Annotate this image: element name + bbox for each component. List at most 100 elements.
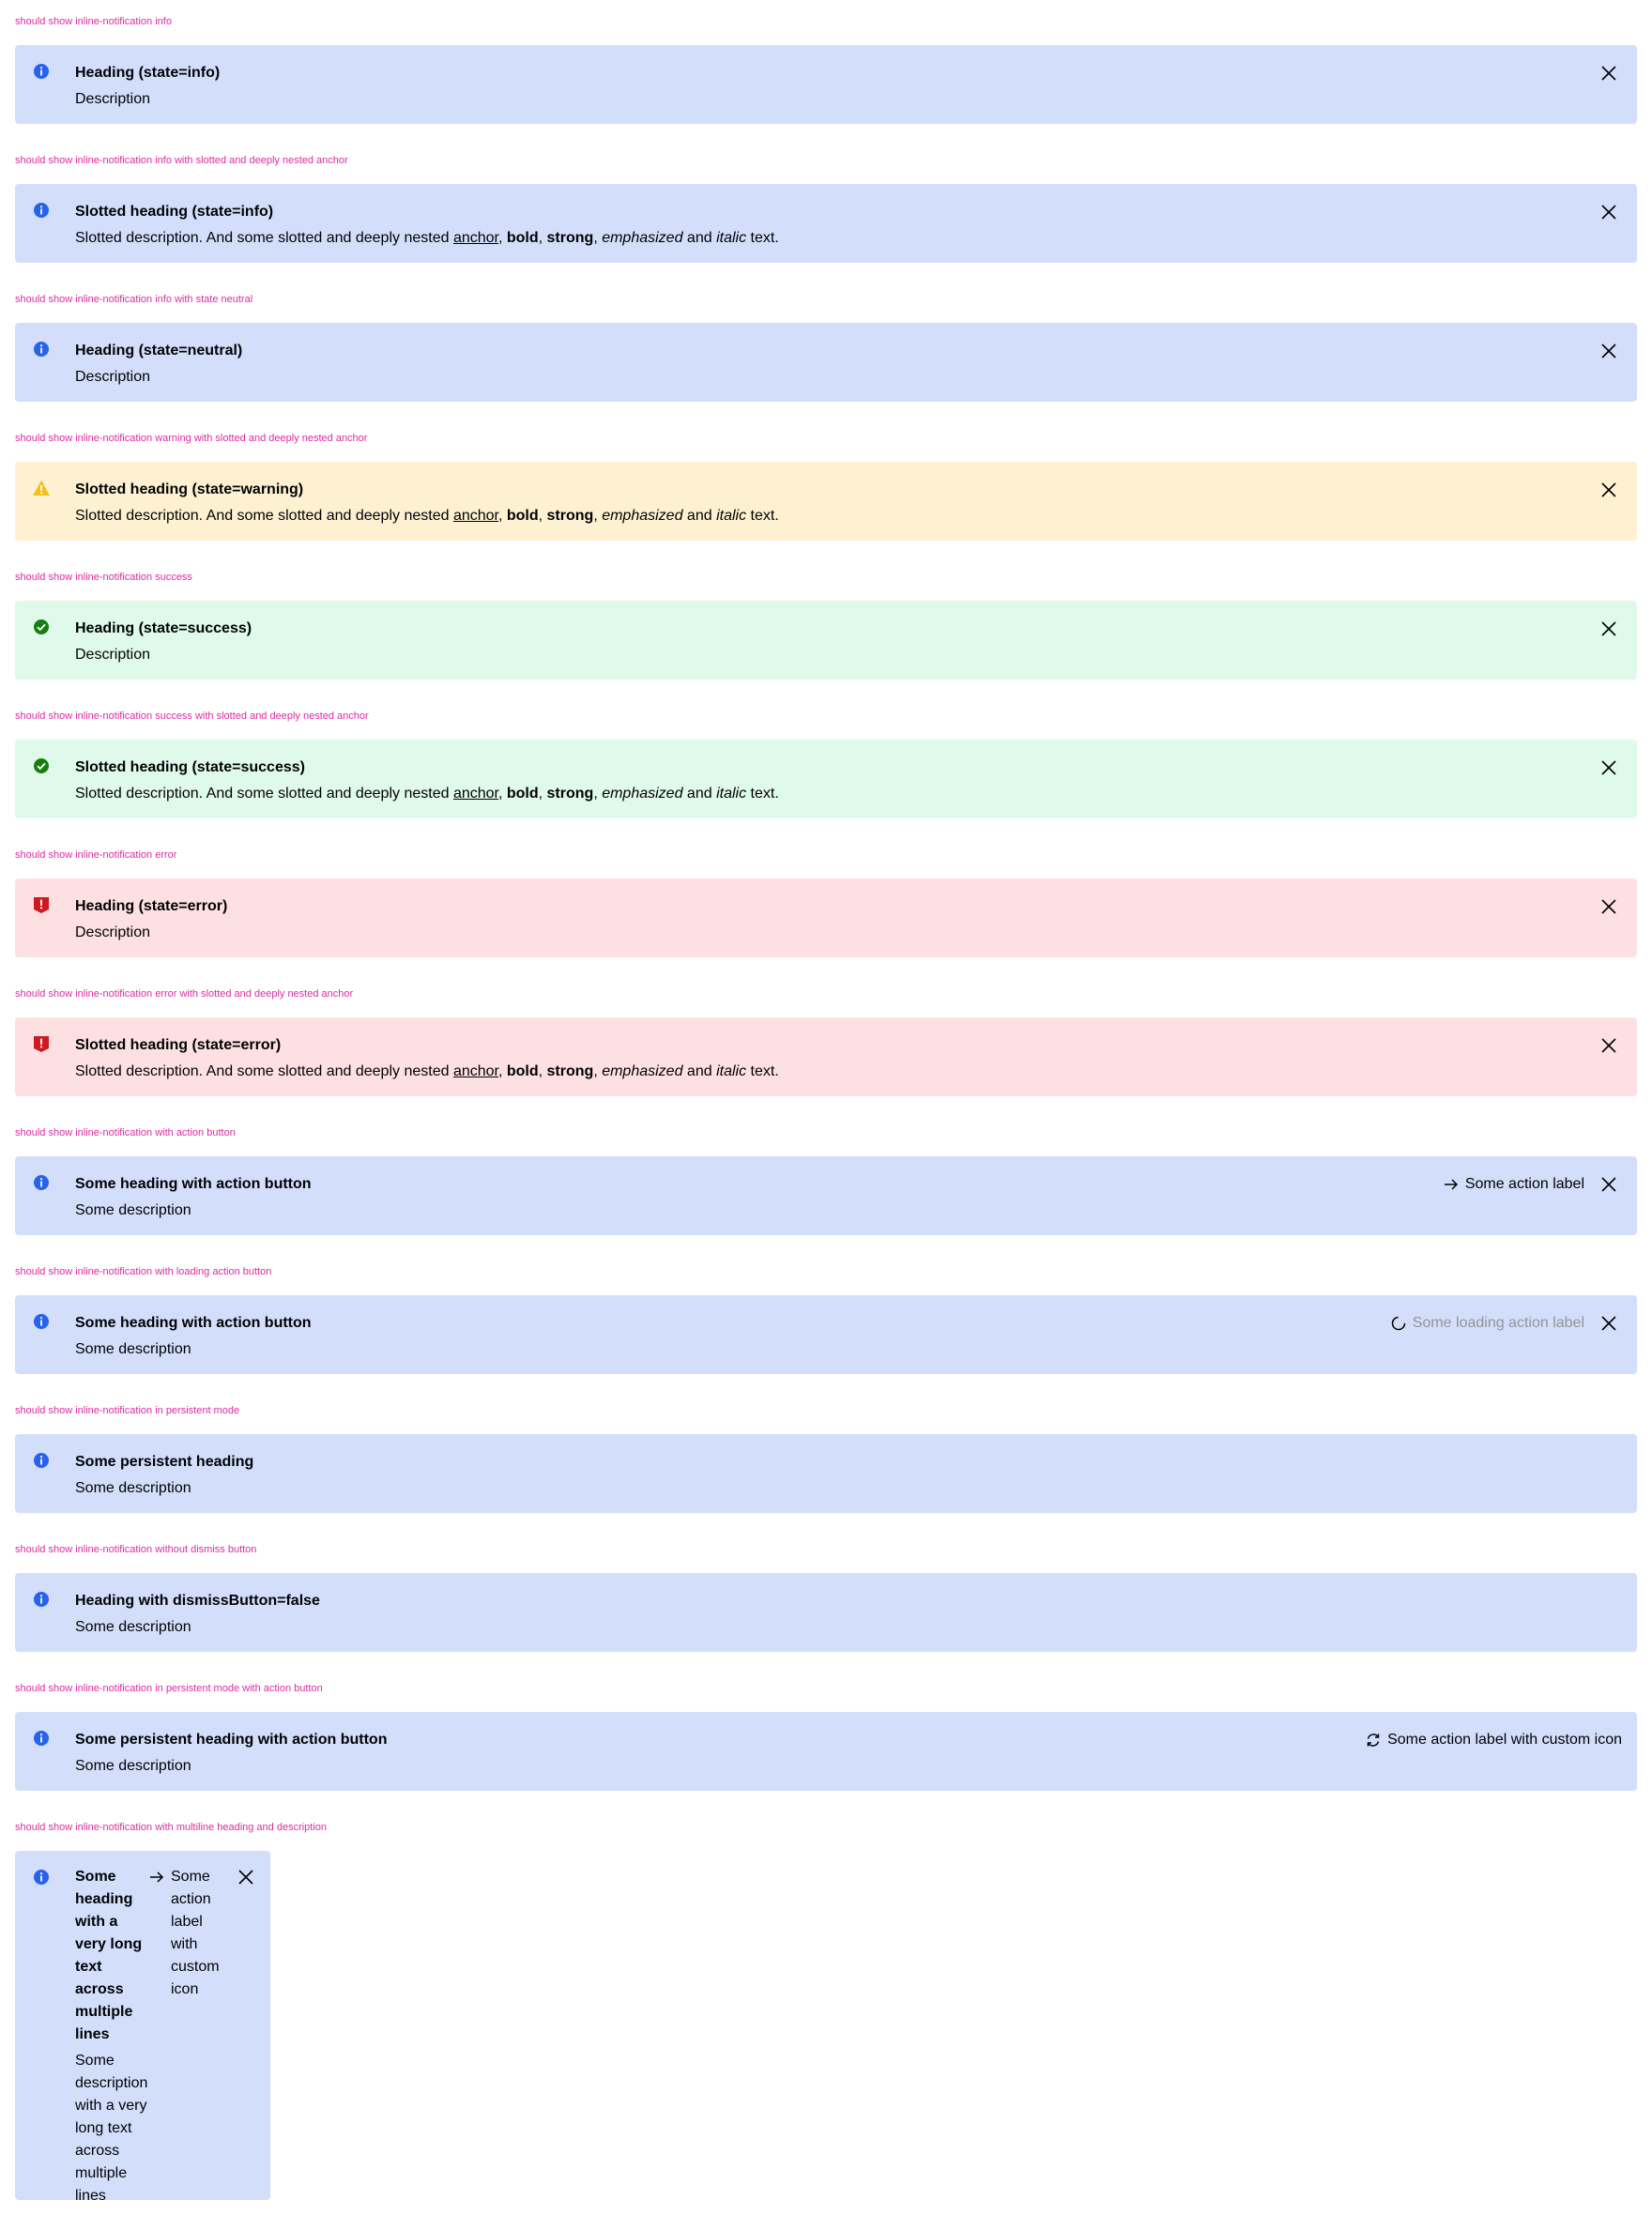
notification-description: Description (75, 91, 151, 107)
section-label: should show inline-notification info (15, 16, 172, 27)
warning-icon (32, 479, 51, 497)
notification-heading: Slotted heading (state=warning) (75, 481, 304, 497)
information-icon (32, 1590, 51, 1609)
success-icon (32, 756, 51, 775)
inline-notification-warning-slotted: Slotted heading (state=warning) Slotted … (15, 462, 1637, 541)
dismiss-button[interactable] (1596, 199, 1622, 225)
notification-heading: Heading (state=success) (75, 620, 252, 636)
information-icon (32, 340, 51, 359)
error-icon (32, 1034, 51, 1053)
section-label: should show inline-notification info wit… (15, 155, 348, 166)
notification-description: Slotted description. And some slotted an… (75, 508, 779, 524)
section-label: should show inline-notification with mul… (15, 1822, 328, 1833)
dismiss-button[interactable] (1596, 338, 1622, 364)
action-label: Some action label with custom icon (1387, 1732, 1622, 1748)
action-label: Some action label with custom icon (171, 1869, 220, 1997)
notification-description: Some description with a very long text a… (75, 2053, 148, 2204)
notification-heading: Slotted heading (state=info) (75, 204, 274, 220)
close-icon (1601, 482, 1616, 497)
information-icon (32, 1451, 51, 1470)
success-icon (32, 618, 51, 636)
notification-description: Description (75, 369, 151, 385)
notification-heading: Heading (state=error) (75, 898, 228, 914)
notification-heading: Some heading with a very long text acros… (75, 1869, 143, 2042)
nested-anchor-link[interactable]: anchor (453, 508, 498, 524)
section-label: should show inline-notification info wit… (15, 294, 253, 305)
notification-heading: Some persistent heading (75, 1454, 254, 1470)
nested-anchor-link[interactable]: anchor (453, 230, 498, 246)
notification-description: Some description (75, 1758, 191, 1774)
inline-notification-error-slotted: Slotted heading (state=error) Slotted de… (15, 1017, 1637, 1096)
dismiss-button[interactable] (1596, 60, 1622, 86)
notification-heading: Heading with dismissButton=false (75, 1593, 320, 1609)
nested-anchor-link[interactable]: anchor (453, 1063, 498, 1079)
inline-notification-persistent-with-action: Some persistent heading with action butt… (15, 1712, 1637, 1791)
close-icon (1601, 344, 1616, 359)
section-label: should show inline-notification with loa… (15, 1266, 272, 1277)
inline-notification-multiline: Some heading with a very long text acros… (15, 1851, 270, 2204)
nested-anchor-link[interactable]: anchor (453, 786, 498, 802)
information-icon (32, 62, 51, 81)
section-label: should show inline-notification warning … (15, 433, 368, 444)
section-label: should show inline-notification error wi… (15, 988, 354, 1000)
notification-description: Some description (75, 1619, 191, 1635)
dismiss-button[interactable] (1596, 755, 1622, 781)
section-label: should show inline-notification success … (15, 710, 369, 722)
dismiss-button[interactable] (1596, 1310, 1622, 1337)
inline-notification-info-slotted: Slotted heading (state=info) Slotted des… (15, 184, 1637, 263)
close-icon (1601, 205, 1616, 220)
spinner-icon (1391, 1316, 1406, 1331)
inline-notification-info: Heading (state=info) Description (15, 45, 1637, 124)
inline-notification-persistent: Some persistent heading Some description (15, 1434, 1637, 1513)
notification-description: Description (75, 647, 151, 663)
notification-description: Some description (75, 1480, 191, 1496)
section-label: should show inline-notification error (15, 849, 177, 861)
close-icon (1601, 1316, 1616, 1331)
inline-notification-success-slotted: Slotted heading (state=success) Slotted … (15, 740, 1637, 818)
dismiss-button[interactable] (1596, 1032, 1622, 1059)
reset-icon (1367, 1734, 1380, 1747)
notification-description: Some description (75, 1202, 191, 1218)
dismiss-button[interactable] (233, 1864, 259, 1890)
dismiss-button[interactable] (1596, 1171, 1622, 1198)
notification-heading: Heading (state=info) (75, 65, 221, 81)
notification-heading: Slotted heading (state=success) (75, 759, 305, 775)
action-button[interactable]: Some action label (1443, 1171, 1584, 1198)
inline-notification-neutral: Heading (state=neutral) Description (15, 323, 1637, 402)
inline-notification-error: Heading (state=error) Description (15, 878, 1637, 957)
close-icon (1601, 1177, 1616, 1192)
inline-notification-no-dismiss: Heading with dismissButton=false Some de… (15, 1573, 1637, 1652)
action-label: Some action label (1464, 1176, 1584, 1192)
information-icon (32, 201, 51, 220)
information-icon (32, 1312, 51, 1331)
close-icon (1601, 66, 1616, 81)
notification-description: Some description (75, 1341, 191, 1357)
section-label: should show inline-notification in persi… (15, 1683, 323, 1694)
notification-description: Slotted description. And some slotted an… (75, 1063, 779, 1079)
section-label: should show inline-notification with act… (15, 1127, 236, 1138)
action-button[interactable]: Some action label with custom icon (1365, 1727, 1622, 1753)
information-icon (32, 1868, 51, 1887)
close-icon (238, 1870, 253, 1885)
loading-action-button[interactable]: Some loading action label (1390, 1310, 1584, 1337)
section-label: should show inline-notification success (15, 572, 192, 583)
close-icon (1601, 899, 1616, 914)
information-icon (32, 1729, 51, 1748)
dismiss-button[interactable] (1596, 477, 1622, 503)
notification-description: Slotted description. And some slotted an… (75, 786, 779, 802)
section-label: should show inline-notification in persi… (15, 1405, 240, 1416)
inline-notification-with-loading-action: Some heading with action button Some des… (15, 1295, 1637, 1374)
inline-notification-with-action: Some heading with action button Some des… (15, 1156, 1637, 1235)
close-icon (1601, 760, 1616, 775)
error-icon (32, 895, 51, 914)
dismiss-button[interactable] (1596, 894, 1622, 920)
notification-heading: Heading (state=neutral) (75, 343, 243, 359)
notification-description: Description (75, 924, 151, 940)
action-button[interactable]: Some action label with custom icon (148, 1866, 220, 2001)
section-label: should show inline-notification without … (15, 1544, 257, 1555)
close-icon (1601, 1038, 1616, 1053)
dismiss-button[interactable] (1596, 616, 1622, 642)
notification-heading: Slotted heading (state=error) (75, 1037, 282, 1053)
notification-description: Slotted description. And some slotted an… (75, 230, 779, 246)
arrow-right-icon (1444, 1179, 1458, 1190)
